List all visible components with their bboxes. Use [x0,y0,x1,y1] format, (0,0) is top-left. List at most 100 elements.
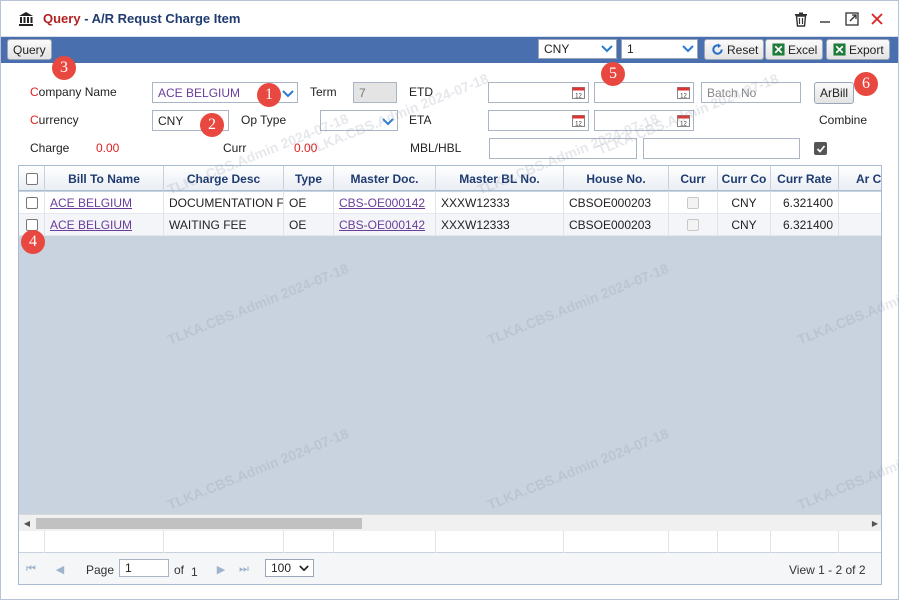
page-input[interactable]: 1 [119,559,169,577]
refresh-icon [710,43,724,57]
annotation-badge-5: 5 [601,62,625,86]
annotation-badge-3: 3 [52,56,76,80]
combine-label: Combine [819,113,868,127]
rate-select[interactable]: 1 [621,39,698,59]
check-icon [816,144,825,153]
select-all-cell [19,166,45,191]
combine-checkbox[interactable] [814,142,827,155]
currency-label: Currency [30,113,79,127]
first-page-icon[interactable]: ⏮ [25,563,37,575]
maximize-icon[interactable] [843,10,861,28]
charge-value: 0.00 [96,141,120,155]
page-size-value: 100 [271,561,292,575]
col-ar-c[interactable]: Ar C [839,166,881,191]
select-all-checkbox[interactable] [25,172,38,185]
calendar-icon[interactable]: 12 [677,114,690,127]
curr-checkbox [687,197,699,209]
last-page-icon[interactable]: ⏭ [238,563,250,575]
page-label: Page [86,563,115,577]
minimize-icon[interactable] [816,10,834,28]
toolbar: Query CNY 1 Reset Excel Export [1,37,898,63]
col-master-doc[interactable]: Master Doc. [334,166,436,191]
export-button[interactable]: Export [826,39,890,60]
title-main: A/R Requst Charge Item [91,11,241,26]
next-page-icon[interactable]: ▶ [215,563,227,576]
page-input-value: 1 [125,561,132,575]
term-input[interactable]: 7 [353,82,397,103]
eta-from-input[interactable]: 12 [488,110,589,131]
scroll-thumb[interactable] [36,518,362,529]
table-row[interactable]: ACE BELGIUM DOCUMENTATION F OE CBS-OE000… [19,192,881,214]
company-name-value: ACE BELGIUM [158,85,241,100]
etd-from-input[interactable]: 12 [488,82,589,103]
col-master-bl-no[interactable]: Master BL No. [436,166,564,191]
col-charge-desc[interactable]: Charge Desc [164,166,284,191]
chevron-down-icon [600,42,614,56]
annotation-badge-4: 4 [21,230,45,254]
close-icon[interactable] [868,10,886,28]
reset-button[interactable]: Reset [704,39,765,60]
currency-select[interactable]: CNY [538,39,617,59]
pager: ⏮ ◀ Page 1 of 1 ▶ ⏭ 100 View 1 - 2 of 2 [19,553,881,584]
curr-rate-cell: 6.321400 [771,214,839,236]
mbl-input[interactable] [489,138,637,159]
excel-button[interactable]: Excel [765,39,824,60]
col-curr[interactable]: Curr [669,166,718,191]
company-name-label: Company Name [30,85,117,99]
chevron-down-icon [282,87,294,101]
eta-to-input[interactable]: 12 [594,110,694,131]
arbill-button[interactable]: ArBill [814,82,855,104]
curr-checkbox [687,219,699,231]
master-bl-cell: XXXW12333 [436,214,564,236]
table-row[interactable]: ACE BELGIUM WAITING FEE OE CBS-OE000142 … [19,214,881,236]
master-doc-link[interactable]: CBS-OE000142 [334,192,436,214]
chevron-down-icon [382,115,394,129]
arbill-button-label: ArBill [820,86,849,100]
prev-page-icon[interactable]: ◀ [54,563,66,576]
excel-export-icon [832,43,846,57]
col-type[interactable]: Type [284,166,334,191]
row-checkbox[interactable] [25,197,38,209]
etd-label: ETD [409,85,433,99]
scroll-right-icon[interactable]: ▶ [870,518,880,529]
app-window: Query - A/R Requst Charge Item Query CNY… [0,0,899,600]
col-house-no[interactable]: House No. [564,166,669,191]
calendar-icon[interactable]: 12 [572,114,585,127]
col-bill-to-name[interactable]: Bill To Name [45,166,164,191]
term-value: 7 [359,85,366,100]
currency-value: CNY [158,113,184,128]
annotation-badge-1: 1 [257,83,281,107]
eta-label: ETA [409,113,432,127]
calendar-icon[interactable]: 12 [677,86,690,99]
type-cell: OE [284,192,334,214]
batch-no-placeholder: Batch No [707,85,757,100]
col-curr-co[interactable]: Curr Co [718,166,771,191]
trash-icon[interactable] [792,10,810,28]
chevron-down-icon [297,561,311,575]
query-button[interactable]: Query [7,39,52,60]
horizontal-scrollbar[interactable]: ◀ ▶ [19,514,881,531]
bill-to-name-link[interactable]: ACE BELGIUM [45,192,164,214]
page-size-select[interactable]: 100 [265,559,314,577]
master-bl-cell: XXXW12333 [436,192,564,214]
scroll-left-icon[interactable]: ◀ [22,518,32,529]
hbl-input[interactable] [643,138,800,159]
op-type-select[interactable] [320,110,398,131]
curr-label: Curr [223,141,247,155]
batch-no-input[interactable]: Batch No [701,82,801,103]
col-curr-rate[interactable]: Curr Rate [771,166,839,191]
title-prefix: Query [43,11,81,26]
svg-text:12: 12 [575,94,582,100]
charge-grid: Bill To Name Charge Desc Type Master Doc… [18,165,882,585]
calendar-icon[interactable]: 12 [572,86,585,99]
bill-to-name-link[interactable]: ACE BELGIUM [45,214,164,236]
bank-icon [19,12,33,26]
title-bar: Query - A/R Requst Charge Item [1,1,898,37]
rate-select-value: 1 [627,42,634,56]
excel-icon [771,43,785,57]
query-form: Company Name ACE BELGIUM Term 7 ETD 12 1… [6,69,894,165]
op-type-label: Op Type [241,113,287,127]
master-doc-link[interactable]: CBS-OE000142 [334,214,436,236]
reset-button-label: Reset [727,42,759,57]
mbl-hbl-label: MBL/HBL [410,141,462,155]
